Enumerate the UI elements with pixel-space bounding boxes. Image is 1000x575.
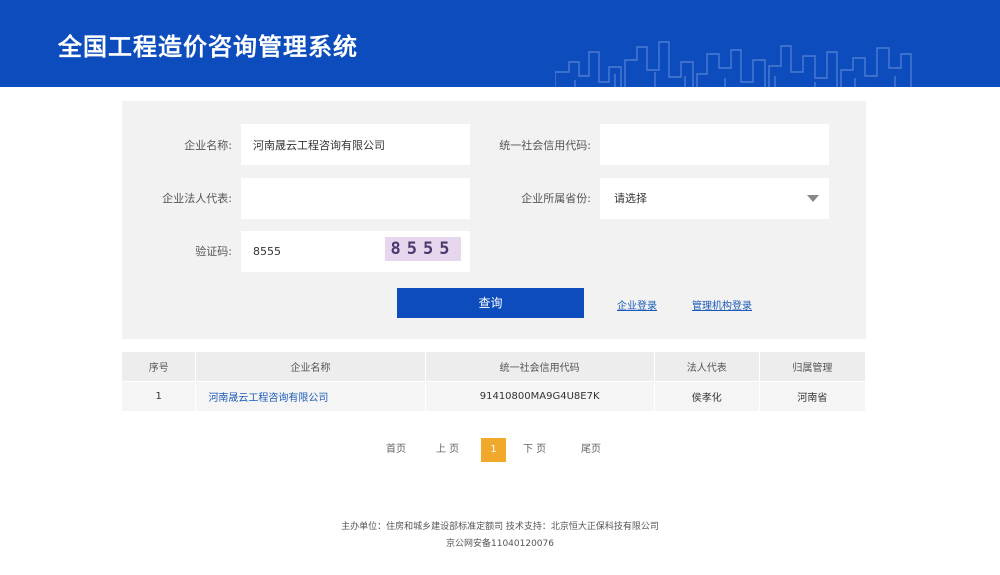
legal-rep-cell: 侯孝化	[654, 381, 760, 411]
company-name-link[interactable]: 河南晟云工程咨询有限公司	[195, 381, 426, 411]
footer-sponsor-text: 主办单位：住房和城乡建设部标准定额司 技术支持：北京恒大正保科技有限公司	[341, 522, 659, 532]
company-name-input[interactable]	[241, 124, 470, 165]
captcha-image[interactable]: 8555	[385, 237, 461, 261]
captcha-label: 验证码:	[195, 245, 232, 258]
legal-rep-input[interactable]	[241, 178, 470, 219]
credit-code-input[interactable]	[600, 124, 829, 165]
row-index: 1	[122, 381, 197, 411]
column-header: 法人代表	[654, 352, 760, 382]
column-header: 序号	[122, 352, 197, 382]
table-row: 1 河南晟云工程咨询有限公司 91410800MA9G4U8E7K 侯孝化 河南…	[122, 381, 867, 411]
jurisdiction-cell: 河南省	[759, 381, 867, 411]
skyline-decoration	[555, 41, 912, 87]
table-header-row: 序号 企业名称 统一社会信用代码 法人代表 归属管理	[122, 352, 867, 382]
province-select[interactable]: 请选择	[600, 178, 829, 219]
company-login-link[interactable]: 企业登录	[617, 297, 657, 312]
footer-icp-text: 京公网安备11040120076	[446, 539, 554, 549]
next-page-button[interactable]: 下 页	[523, 438, 546, 462]
system-title: 全国工程造价咨询管理系统	[58, 33, 358, 61]
province-selected-value: 请选择	[614, 192, 647, 205]
footer: 主办单位：住房和城乡建设部标准定额司 技术支持：北京恒大正保科技有限公司 京公网…	[0, 519, 1000, 553]
first-page-button[interactable]: 首页	[386, 438, 406, 462]
column-header: 归属管理	[759, 352, 867, 382]
column-header: 企业名称	[195, 352, 426, 382]
column-header: 统一社会信用代码	[425, 352, 655, 382]
current-page-button[interactable]: 1	[481, 438, 506, 462]
results-table: 序号 企业名称 统一社会信用代码 法人代表 归属管理 1 河南晟云工程咨询有限公…	[122, 352, 867, 411]
header-bar: 全国工程造价咨询管理系统	[0, 0, 1000, 87]
legal-rep-label: 企业法人代表:	[162, 192, 232, 205]
admin-login-link[interactable]: 管理机构登录	[692, 297, 752, 312]
credit-code-label: 统一社会信用代码:	[499, 139, 591, 152]
chevron-down-icon	[807, 195, 819, 202]
query-button[interactable]: 查询	[397, 288, 584, 318]
prev-page-button[interactable]: 上 页	[436, 438, 459, 462]
credit-code-cell: 91410800MA9G4U8E7K	[425, 381, 655, 411]
last-page-button[interactable]: 尾页	[581, 438, 601, 462]
province-label: 企业所属省份:	[521, 192, 591, 205]
company-name-label: 企业名称:	[184, 139, 232, 152]
search-panel: 企业名称: 统一社会信用代码: 企业法人代表: 企业所属省份: 请选择 验证码:…	[122, 101, 866, 339]
